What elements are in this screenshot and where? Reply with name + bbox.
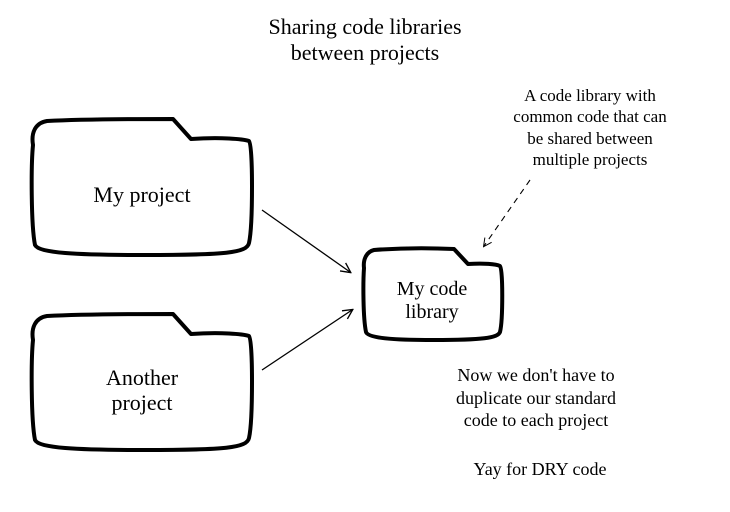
folder-icon — [358, 238, 506, 346]
arrow-myproject-to-library — [262, 210, 350, 272]
arrow-anotherproject-to-library — [262, 310, 352, 370]
note-no-duplicate: Now we don't have toduplicate our standa… — [412, 364, 660, 432]
note-tagline: Yay for DRY code — [430, 458, 650, 481]
folder-another-project: Anotherproject — [25, 300, 259, 456]
arrow-note-to-library — [484, 180, 530, 246]
folder-icon — [25, 300, 259, 456]
folder-icon — [25, 105, 259, 261]
folder-my-project: My project — [25, 105, 259, 261]
folder-code-library: My codelibrary — [358, 238, 506, 346]
note-library-description: A code library withcommon code that canb… — [480, 85, 700, 170]
diagram-title: Sharing code librariesbetween projects — [200, 14, 530, 67]
